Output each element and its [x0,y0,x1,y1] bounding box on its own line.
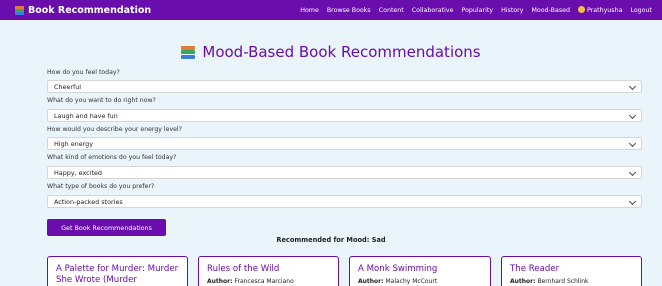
author-name: Bernhard Schlink [537,278,589,285]
chevron-down-icon [628,168,637,177]
books-icon [181,45,196,59]
get-recommendations-button[interactable]: Get Book Recommendations [47,219,166,236]
user-icon [577,6,585,13]
brand-link[interactable]: Book Recommendation [15,0,151,20]
book-title[interactable]: A Monk Swimming [358,264,482,275]
select-value: High energy [54,139,93,148]
page-title-row: Mood-Based Book Recommendations [0,43,662,61]
chevron-down-icon [628,197,637,206]
book-title[interactable]: A Palette for Murder: Murder She Wrote (… [56,264,179,286]
book-author: Author: Francesca Marciano [207,278,330,285]
book-title[interactable]: Rules of the Wild [207,264,330,275]
energy-select[interactable]: High energy [47,137,642,150]
user-name: Prathyusha [586,7,623,14]
nav-logout[interactable]: Logout [630,7,652,14]
author-prefix: Author: [207,278,233,285]
author-prefix: Author: [358,278,384,285]
nav-home[interactable]: Home [300,7,319,14]
books-icon [15,5,24,15]
question-label: What do you want to do right now? [47,97,156,104]
select-value: Laugh and have fun [54,111,118,120]
select-value: Cheerful [54,82,82,91]
activity-select[interactable]: Laugh and have fun [47,109,642,122]
select-value: Happy, excited [54,168,102,177]
book-card[interactable]: A Monk Swimming Author: Malachy McCourt [349,256,491,286]
question-label: What kind of emotions do you feel today? [47,154,177,161]
book-author: Author: Bernhard Schlink [510,278,633,285]
results-heading: Recommended for Mood: Sad [276,236,386,244]
nav-history[interactable]: History [501,7,523,14]
select-value: Action-packed stories [54,197,123,206]
nav-popularity[interactable]: Popularity [462,7,494,14]
book-card[interactable]: Rules of the Wild Author: Francesca Marc… [198,256,339,286]
emotions-select[interactable]: Happy, excited [47,166,642,179]
brand-label: Book Recommendation [28,4,152,16]
nav-user[interactable]: Prathyusha [577,6,623,14]
book-card[interactable]: A Palette for Murder: Murder She Wrote (… [47,256,188,286]
author-name: Malachy McCourt [385,278,438,285]
chevron-down-icon [628,139,637,148]
question-label: How do you feel today? [47,69,120,76]
page-title: Mood-Based Book Recommendations [202,43,481,61]
nav-browse-books[interactable]: Browse Books [327,7,371,14]
book-type-select[interactable]: Action-packed stories [47,195,642,208]
author-name: Francesca Marciano [234,278,294,285]
nav-links: Home Browse Books Content Collaborative … [300,0,652,20]
chevron-down-icon [628,82,637,91]
author-prefix: Author: [510,278,536,285]
nav-mood-based[interactable]: Mood-Based [531,7,570,14]
book-title[interactable]: The Reader [510,264,633,275]
question-label: How would you describe your energy level… [47,126,182,133]
nav-collaborative[interactable]: Collaborative [412,7,454,14]
navbar: Book Recommendation Home Browse Books Co… [0,0,662,20]
book-author: Author: Malachy McCourt [358,278,482,285]
nav-content[interactable]: Content [379,7,404,14]
chevron-down-icon [628,111,637,120]
mood-select[interactable]: Cheerful [47,80,642,93]
question-label: What type of books do you prefer? [47,183,155,190]
book-card[interactable]: The Reader Author: Bernhard Schlink [501,256,642,286]
